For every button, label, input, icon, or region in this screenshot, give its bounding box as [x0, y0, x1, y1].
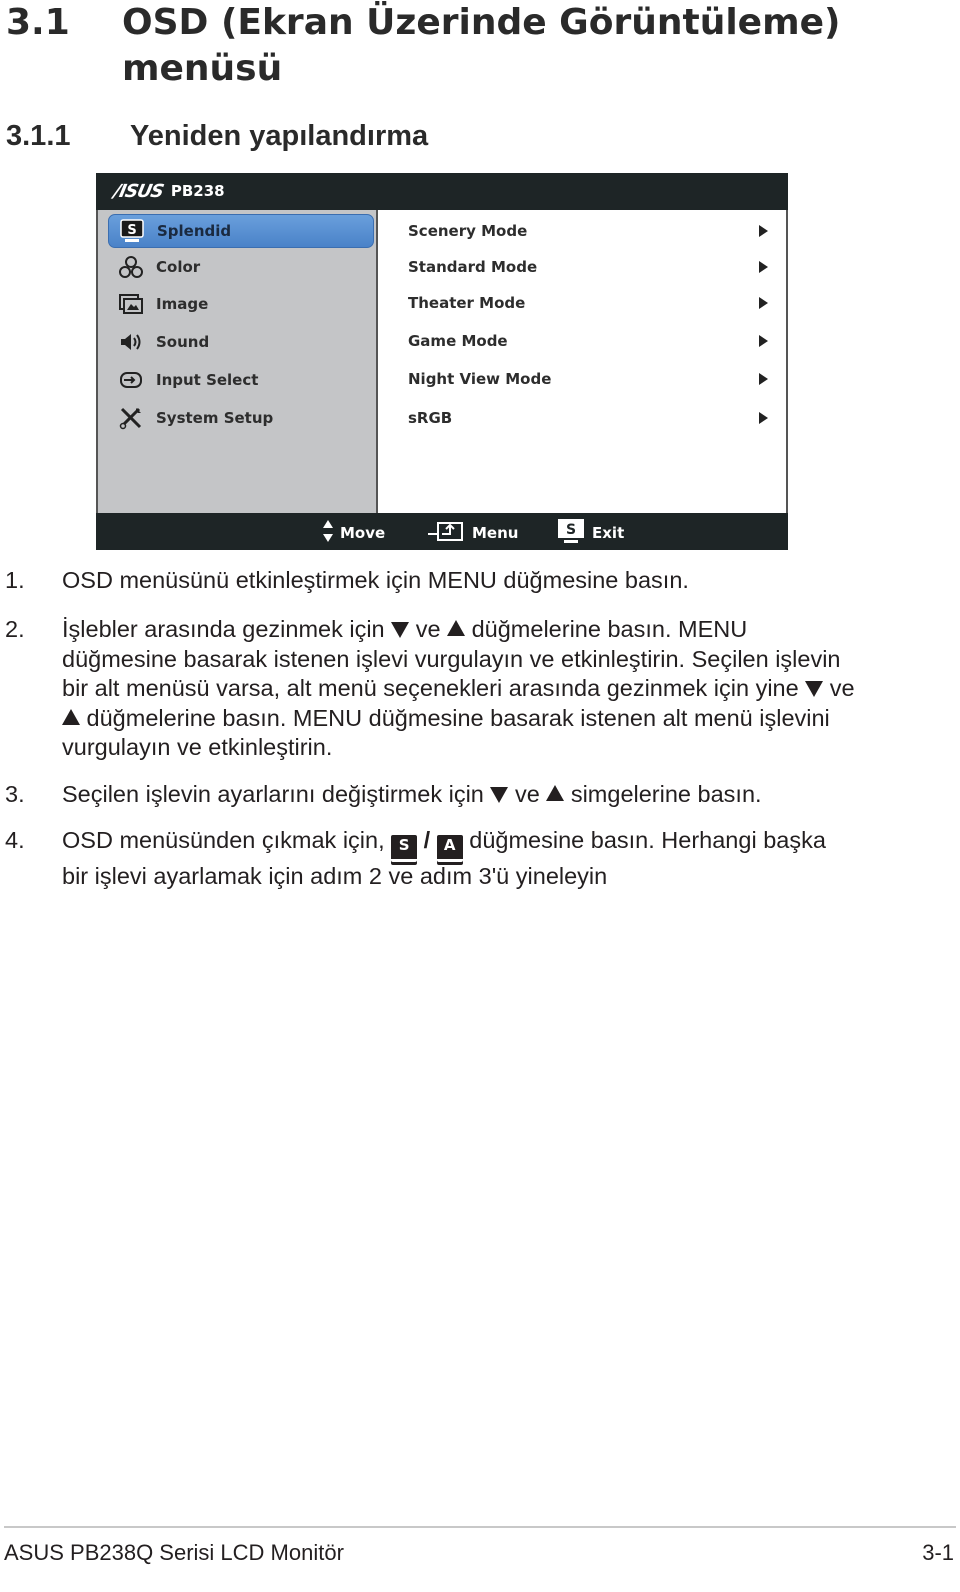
- sub-item-night-view-mode[interactable]: Night View Mode: [408, 364, 768, 394]
- text: simgelerine basın.: [570, 781, 762, 807]
- menu-item-label: Sound: [156, 333, 210, 351]
- text: ve: [829, 675, 855, 701]
- text: ve: [514, 781, 540, 807]
- text: vurgulayın ve etkinleştirin.: [62, 734, 333, 760]
- osd-footer: Move Menu S Exit: [96, 513, 788, 550]
- menu-hint: Menu: [428, 522, 518, 544]
- down-triangle-icon: [391, 622, 410, 638]
- osd-sub-menu: Scenery Mode Standard Mode Theater Mode …: [380, 210, 788, 513]
- footer-divider: [4, 1526, 956, 1528]
- page-number: 3-1: [922, 1540, 954, 1565]
- wrench-screwdriver-icon: [118, 406, 144, 430]
- text: düğmelerine basın. MENU: [471, 616, 748, 642]
- slash: /: [423, 827, 431, 853]
- menu-item-label: Color: [156, 258, 201, 276]
- step-text: OSD menüsünden çıkmak için, S / A düğmes…: [62, 826, 892, 892]
- step-text: İşlebler arasında gezinmek için ve düğme…: [62, 615, 892, 763]
- text: bir alt menüsü varsa, alt menü seçenekle…: [62, 675, 799, 701]
- sub-item-srgb[interactable]: sRGB: [408, 403, 768, 433]
- sub-item-theater-mode[interactable]: Theater Mode: [408, 288, 768, 318]
- up-down-arrows-icon: [322, 519, 334, 547]
- sub-item-standard-mode[interactable]: Standard Mode: [408, 252, 768, 282]
- text: OSD menüsünden çıkmak için,: [62, 827, 385, 853]
- subsection-number: 3.1.1: [6, 120, 71, 152]
- sub-item-label: Game Mode: [408, 332, 508, 350]
- up-triangle-icon: [62, 708, 80, 725]
- osd-menu-illustration: /ISUS PB238 S Splendid Color Image Sound…: [96, 173, 788, 550]
- osd-header: /ISUS PB238: [96, 173, 788, 210]
- menu-item-label: Input Select: [156, 371, 259, 389]
- step-number: 4.: [5, 827, 25, 853]
- sub-item-label: Standard Mode: [408, 258, 538, 276]
- chevron-right-icon: [759, 412, 768, 424]
- text: düğmelerine basın. MENU düğmesine basara…: [86, 704, 830, 731]
- menu-item-system-setup[interactable]: System Setup: [108, 402, 372, 434]
- sub-item-label: Night View Mode: [408, 370, 552, 388]
- speaker-icon: [118, 330, 144, 354]
- chevron-right-icon: [759, 373, 768, 385]
- sub-item-game-mode[interactable]: Game Mode: [408, 326, 768, 356]
- sub-item-label: Scenery Mode: [408, 222, 528, 240]
- rgb-color-icon: [118, 255, 144, 279]
- footer-product-name: ASUS PB238Q Serisi LCD Monitör: [4, 1540, 344, 1565]
- down-triangle-icon: [805, 681, 824, 697]
- sub-item-label: sRGB: [408, 409, 453, 427]
- model-name: PB238: [170, 182, 225, 200]
- svg-text:S: S: [127, 223, 136, 238]
- step-text: OSD menüsünü etkinleştirmek için MENU dü…: [62, 567, 689, 593]
- osd-main-menu: S Splendid Color Image Sound Input Selec…: [96, 210, 378, 513]
- menu-item-splendid[interactable]: S Splendid: [108, 214, 374, 248]
- menu-item-input-select[interactable]: Input Select: [108, 364, 372, 396]
- move-hint: Move: [322, 519, 386, 547]
- s-key-icon: S: [391, 835, 418, 862]
- menu-item-sound[interactable]: Sound: [108, 326, 372, 358]
- chevron-right-icon: [759, 297, 768, 309]
- a-key-icon: A: [436, 835, 463, 862]
- sub-item-scenery-mode[interactable]: Scenery Mode: [408, 216, 768, 246]
- down-triangle-icon: [490, 787, 509, 803]
- text: İşlebler arasında gezinmek için: [62, 616, 385, 642]
- menu-label: Menu: [472, 524, 519, 542]
- text: Seçilen işlevin ayarlarını değiştirmek i…: [62, 781, 484, 807]
- menu-enter-icon: [428, 520, 464, 546]
- brand-logo: /ISUS: [111, 180, 166, 202]
- text: düğmesine basın. Herhangi başka: [469, 827, 826, 853]
- step-number: 3.: [5, 781, 25, 807]
- menu-item-label: Image: [156, 295, 209, 313]
- section-title: OSD (Ekran Üzerinde Görüntüleme) menüsü: [122, 2, 841, 89]
- menu-item-color[interactable]: Color: [108, 251, 372, 283]
- up-triangle-icon: [546, 785, 565, 801]
- section-number: 3.1: [6, 2, 70, 43]
- text: ve: [415, 616, 441, 642]
- exit-s-key-icon: S: [558, 519, 584, 547]
- image-icon: [118, 292, 144, 316]
- input-select-icon: [118, 368, 144, 392]
- asus-logo: /ISUS PB238: [111, 180, 225, 202]
- chevron-right-icon: [759, 335, 768, 347]
- step-number: 1.: [5, 567, 25, 593]
- sub-item-label: Theater Mode: [408, 294, 526, 312]
- text: bir işlevi ayarlamak için adım 2 ve adım…: [62, 863, 608, 889]
- text: düğmesine basarak istenen işlevi vurgula…: [62, 645, 841, 672]
- subsection-title: Yeniden yapılandırma: [130, 120, 429, 152]
- menu-item-label: Splendid: [157, 222, 232, 240]
- exit-hint: S Exit: [558, 519, 625, 547]
- exit-label: Exit: [592, 524, 625, 542]
- up-triangle-icon: [447, 620, 466, 636]
- move-label: Move: [340, 524, 386, 542]
- svg-text:S: S: [566, 522, 576, 538]
- menu-item-image[interactable]: Image: [108, 288, 372, 320]
- step-number: 2.: [5, 616, 25, 642]
- chevron-right-icon: [759, 261, 768, 273]
- chevron-right-icon: [759, 225, 768, 237]
- step-text: Seçilen işlevin ayarlarını değiştirmek i…: [62, 780, 892, 810]
- menu-item-label: System Setup: [156, 409, 274, 427]
- splendid-s-icon: S: [119, 219, 145, 243]
